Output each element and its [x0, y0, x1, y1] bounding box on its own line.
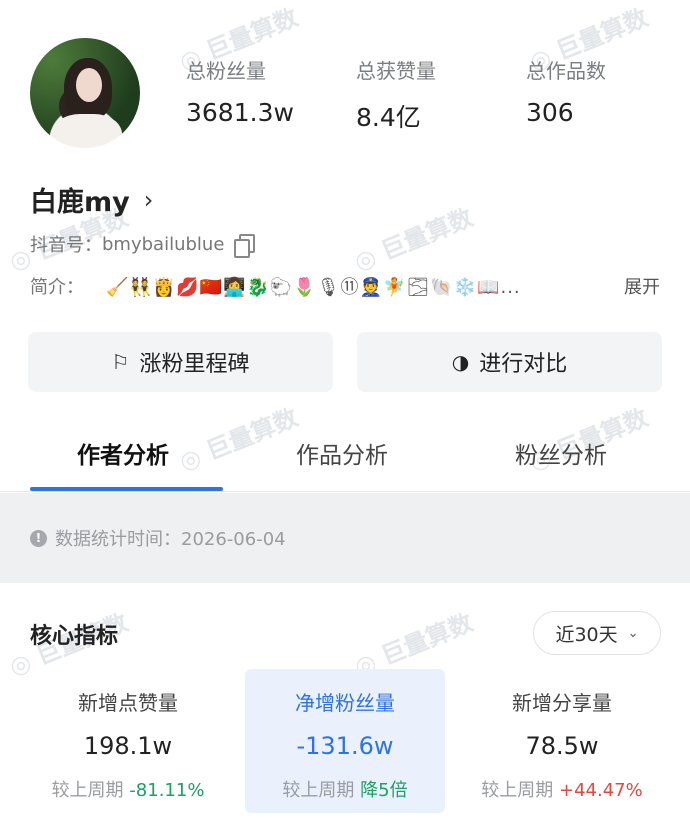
milestone-button[interactable]: ⚐ 涨粉里程碑 — [28, 332, 333, 392]
metric-compare: 较上周期 +44.47% — [462, 776, 662, 802]
flag-icon: ⚐ — [111, 350, 130, 374]
stat-label: 总获赞量 — [356, 59, 436, 83]
range-select[interactable]: 近30天 ⌄ — [533, 611, 661, 655]
compare-label: 较上周期 — [282, 780, 355, 801]
bio-expand-button[interactable]: 展开 — [624, 273, 660, 299]
compare-label: 较上周期 — [481, 780, 554, 801]
compare-value: 降5倍 — [360, 780, 408, 801]
avatar[interactable] — [30, 38, 140, 148]
tab-author-analysis[interactable]: 作者分析 — [77, 436, 169, 470]
core-metrics-title: 核心指标 — [30, 624, 119, 649]
compare-button[interactable]: ◑ 进行对比 — [357, 332, 662, 392]
stat-label: 总粉丝量 — [186, 59, 266, 83]
bio-label: 简介： — [30, 277, 84, 298]
stat-total-fans: 总粉丝量 3681.3w — [186, 55, 294, 127]
data-time-bar: ! 数据统计时间：2026-06-04 — [0, 493, 690, 583]
metric-value: -131.6w — [296, 732, 394, 760]
compare-icon: ◑ — [451, 350, 470, 374]
bio-text: 🧹👯👸💋🇨🇳👩‍💻🐉🐑🌷🎙⑪👮🧚🌫🐚❄️📖... — [106, 277, 521, 298]
metric-new-shares[interactable]: 新增分享量 78.5w 较上周期 +44.47% — [462, 669, 662, 813]
tab-works-analysis[interactable]: 作品分析 — [296, 436, 388, 470]
copy-icon[interactable] — [234, 234, 256, 258]
metric-net-fans[interactable]: 净增粉丝量 -131.6w 较上周期 降5倍 — [245, 669, 445, 813]
tab-fans-analysis[interactable]: 粉丝分析 — [515, 436, 607, 470]
compare-value: -81.11% — [129, 780, 205, 801]
info-icon: ! — [30, 529, 47, 547]
avatar-face — [76, 68, 102, 102]
profile-name: 白鹿my — [30, 187, 130, 218]
profile-name-link[interactable]: 白鹿my › — [30, 180, 153, 219]
metric-value: 78.5w — [525, 732, 599, 760]
milestone-label: 涨粉里程碑 — [139, 352, 250, 377]
stat-total-works: 总作品数 306 — [526, 55, 606, 127]
tab-active-indicator — [30, 487, 223, 491]
douyin-id: bmybailublue — [102, 233, 225, 255]
metric-label: 新增点赞量 — [78, 691, 178, 715]
compare-value: +44.47% — [559, 780, 643, 801]
data-time-text: 数据统计时间：2026-06-04 — [55, 529, 286, 550]
stat-label: 总作品数 — [526, 59, 606, 83]
stat-value: 8.4亿 — [356, 103, 421, 132]
metric-value: 198.1w — [83, 732, 173, 760]
douyin-id-prefix: 抖音号： — [30, 235, 102, 256]
bio-row: 简介： 🧹👯👸💋🇨🇳👩‍💻🐉🐑🌷🎙⑪👮🧚🌫🐚❄️📖... 展开 — [30, 273, 660, 299]
metric-compare: 较上周期 降5倍 — [245, 776, 445, 802]
metric-label: 新增分享量 — [512, 691, 612, 715]
chevron-right-icon: › — [143, 185, 154, 214]
analysis-tabs: 作者分析 作品分析 粉丝分析 — [0, 428, 690, 492]
stat-total-likes: 总获赞量 8.4亿 — [356, 55, 436, 134]
range-select-value: 近30天 — [555, 623, 618, 646]
metric-compare: 较上周期 -81.11% — [28, 776, 228, 802]
chevron-down-icon: ⌄ — [627, 625, 639, 641]
douyin-id-row: 抖音号： bmybailublue — [30, 231, 256, 258]
watermark: 巨量算数 — [348, 198, 477, 277]
metric-label: 净增粉丝量 — [295, 691, 395, 715]
compare-label: 进行对比 — [479, 352, 568, 377]
stat-value: 3681.3w — [186, 98, 294, 127]
avatar-coat — [52, 114, 122, 148]
compare-label: 较上周期 — [51, 780, 124, 801]
stat-value: 306 — [526, 98, 574, 127]
metric-new-likes[interactable]: 新增点赞量 198.1w 较上周期 -81.11% — [28, 669, 228, 813]
